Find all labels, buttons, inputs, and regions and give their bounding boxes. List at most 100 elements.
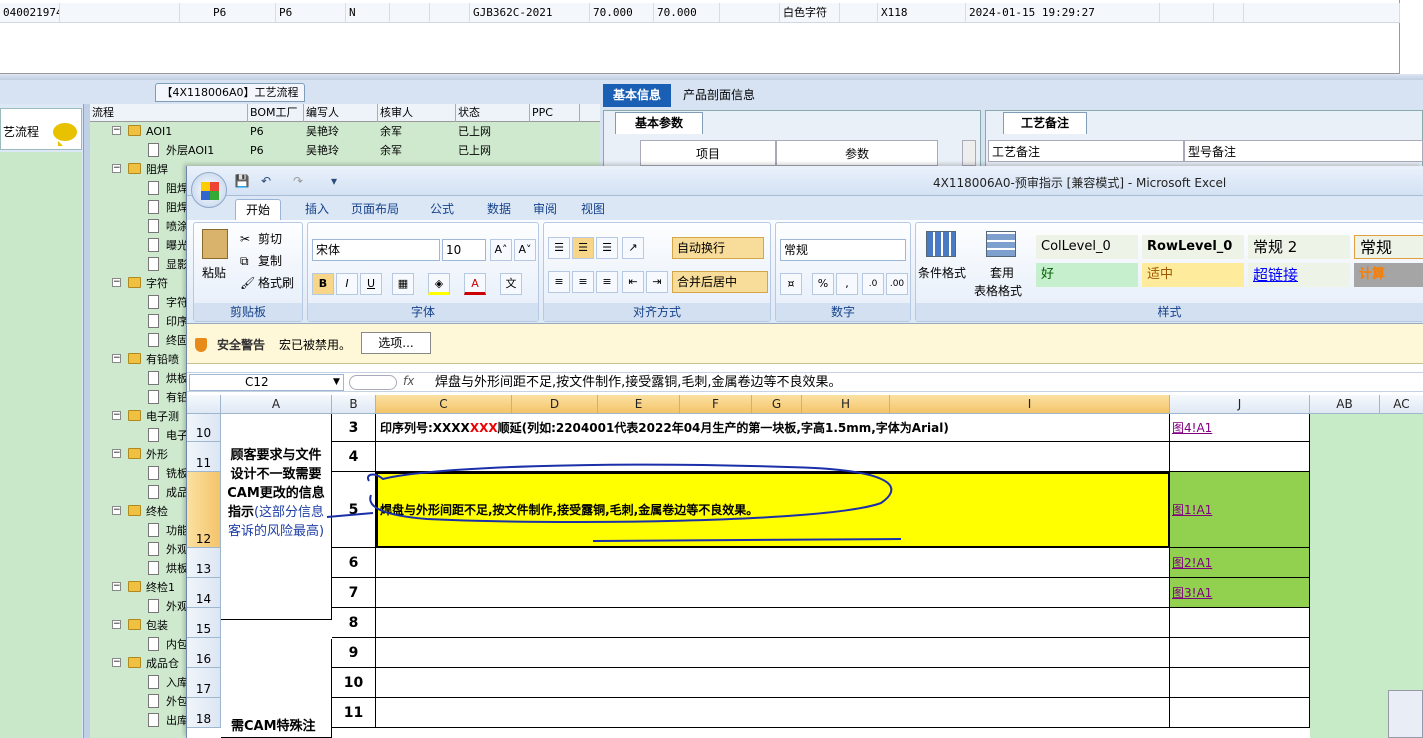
excel-title-bar[interactable]: 💾 ↶ ↷ ▾ 4X118006A0-预审指示 [兼容模式] - Microso… [187, 166, 1423, 196]
shrink-font-icon[interactable]: A˅ [514, 239, 536, 261]
cell-b[interactable]: 6 [332, 548, 376, 578]
decrease-decimal-icon[interactable]: .00 [886, 273, 908, 295]
ribbon-tab-5[interactable]: 审阅 [525, 199, 565, 220]
style-rowlevel-0[interactable]: RowLevel_0 [1142, 235, 1244, 259]
column-header[interactable]: J [1170, 395, 1310, 414]
tree-collapse-toggle-icon[interactable]: − [112, 354, 121, 363]
cell-c-merged[interactable] [376, 668, 1170, 698]
style-hyperlink[interactable]: 超链接 [1248, 263, 1350, 287]
paste-icon[interactable] [202, 229, 228, 259]
tree-collapse-toggle-icon[interactable]: − [112, 658, 121, 667]
column-header[interactable]: D [512, 395, 598, 414]
fill-color-icon[interactable]: ◈ [428, 273, 450, 295]
cell-j[interactable] [1170, 638, 1310, 668]
top-grid-cell[interactable] [1160, 3, 1214, 23]
cell-b[interactable]: 7 [332, 578, 376, 608]
top-grid-cell[interactable]: 0400219743 [0, 3, 60, 23]
ribbon-tab-2[interactable]: 页面布局 [343, 199, 407, 220]
column-header[interactable]: AC [1380, 395, 1423, 414]
increase-indent-icon[interactable]: ⇥ [646, 271, 668, 293]
style-collevel-0[interactable]: ColLevel_0 [1036, 235, 1138, 259]
cell-c-merged[interactable] [376, 638, 1170, 668]
tree-collapse-toggle-icon[interactable]: − [112, 411, 121, 420]
top-grid-cell[interactable]: N [346, 3, 390, 23]
top-grid-cell[interactable] [430, 3, 470, 23]
top-grid-cell[interactable]: P6 [276, 3, 346, 23]
align-bottom-icon[interactable]: ☰ [596, 237, 618, 259]
tab-basic-info[interactable]: 基本信息 [603, 84, 671, 107]
conditional-format-button[interactable]: 条件格式 [918, 263, 966, 283]
sheet-link[interactable]: 图3!A1 [1172, 586, 1212, 600]
flow-tree-row[interactable]: − AOI1 P6 吴艳玲 余军 已上网 [90, 122, 600, 141]
paste-button[interactable]: 粘贴 [202, 263, 226, 283]
chat-bubble-icon[interactable] [53, 123, 77, 146]
column-header[interactable]: AB [1310, 395, 1380, 414]
cell-j[interactable] [1170, 698, 1310, 728]
currency-icon[interactable]: ¤ [780, 273, 802, 295]
flow-tree-row[interactable]: 外层AOI1 P6 吴艳玲 余军 已上网 [90, 141, 600, 160]
top-grid-cell[interactable] [60, 3, 180, 23]
cut-button[interactable]: 剪切 [258, 229, 282, 249]
office-button[interactable] [191, 172, 227, 208]
tree-collapse-toggle-icon[interactable]: − [112, 164, 121, 173]
flow-panel-title[interactable]: 【4X118006A0】工艺流程 [155, 83, 305, 102]
column-header[interactable]: G [752, 395, 802, 414]
grow-font-icon[interactable]: A˄ [490, 239, 512, 261]
ribbon-tab-6[interactable]: 视图 [573, 199, 613, 220]
cell-j[interactable]: 图4!A1 [1170, 414, 1310, 442]
merged-cell-a-requirements[interactable]: 顾客要求与文件设计不一致需要CAM更改的信息指示(这部分信息客诉的风险最高) [221, 414, 332, 620]
bold-button[interactable]: B [312, 273, 334, 295]
tab-basic-params[interactable]: 基本参数 [615, 112, 703, 134]
tree-collapse-toggle-icon[interactable]: − [112, 126, 121, 135]
number-format-select[interactable]: 常规 [780, 239, 906, 261]
align-left-icon[interactable]: ≡ [548, 271, 570, 293]
customize-qat-icon[interactable]: ▾ [325, 172, 343, 190]
top-grid-cell[interactable]: GJB362C-2021 [470, 3, 590, 23]
tree-collapse-toggle-icon[interactable]: − [112, 582, 121, 591]
cell-b[interactable]: 5 [332, 472, 376, 548]
row-header[interactable]: 17 [187, 668, 221, 698]
flow-tree-col-header[interactable]: 编写人 [304, 104, 378, 122]
basic-params-col-item[interactable]: 项目 [640, 140, 776, 166]
merged-cell-a-special[interactable]: 需CAM特殊注 [221, 639, 332, 738]
percent-button[interactable]: % [812, 273, 834, 295]
cell-c-merged[interactable] [376, 608, 1170, 638]
row-header[interactable]: 10 [187, 414, 221, 442]
remarks-col-model[interactable]: 型号备注 [1184, 140, 1423, 162]
column-header[interactable]: E [598, 395, 680, 414]
row-header[interactable]: 14 [187, 578, 221, 608]
underline-button[interactable]: U [360, 273, 382, 295]
align-middle-icon[interactable]: ☰ [572, 237, 594, 259]
column-header[interactable]: F [680, 395, 752, 414]
row-header[interactable]: 12 [187, 472, 221, 548]
tab-process-remarks[interactable]: 工艺备注 [1003, 112, 1087, 134]
style-neutral[interactable]: 适中 [1142, 263, 1244, 287]
flow-tree-col-header[interactable]: BOM工厂 [248, 104, 304, 122]
redo-icon[interactable]: ↷ [289, 172, 307, 190]
cell-j[interactable] [1170, 668, 1310, 698]
table-format-button-line1[interactable]: 套用 [990, 263, 1014, 283]
cell-c-merged[interactable] [376, 442, 1170, 472]
top-grid-cell[interactable]: 70.000 [654, 3, 720, 23]
cell-c-merged[interactable]: 印序列号:XXXXXXX顺延(列如:2204001代表2022年04月生产的第一… [376, 414, 1170, 442]
row-header[interactable]: 16 [187, 638, 221, 668]
style-normal-2[interactable]: 常规 2 [1248, 235, 1350, 259]
flow-tree-col-header[interactable]: PPC [530, 104, 580, 122]
cell-c-merged[interactable] [376, 548, 1170, 578]
cell-j[interactable]: 图1!A1 [1170, 472, 1310, 548]
tab-product-profile[interactable]: 产品剖面信息 [674, 84, 764, 107]
comma-button[interactable]: , [836, 273, 858, 295]
tree-collapse-toggle-icon[interactable]: − [112, 278, 121, 287]
copy-icon[interactable]: ⧉ [240, 251, 249, 271]
cell-b[interactable]: 8 [332, 608, 376, 638]
formula-zoom-handle[interactable] [349, 375, 397, 390]
cell-j[interactable] [1170, 608, 1310, 638]
row-header[interactable]: 15 [187, 608, 221, 638]
align-top-icon[interactable]: ☰ [548, 237, 570, 259]
font-color-icon[interactable]: A [464, 273, 486, 295]
tab-home[interactable]: 开始 [235, 199, 281, 220]
column-header[interactable]: C [376, 395, 512, 414]
top-grid-row[interactable]: 0400219743P6P6NGJB362C-202170.00070.000白… [0, 3, 1400, 23]
copy-button[interactable]: 复制 [258, 251, 282, 271]
format-painter-button[interactable]: 格式刷 [258, 273, 294, 293]
